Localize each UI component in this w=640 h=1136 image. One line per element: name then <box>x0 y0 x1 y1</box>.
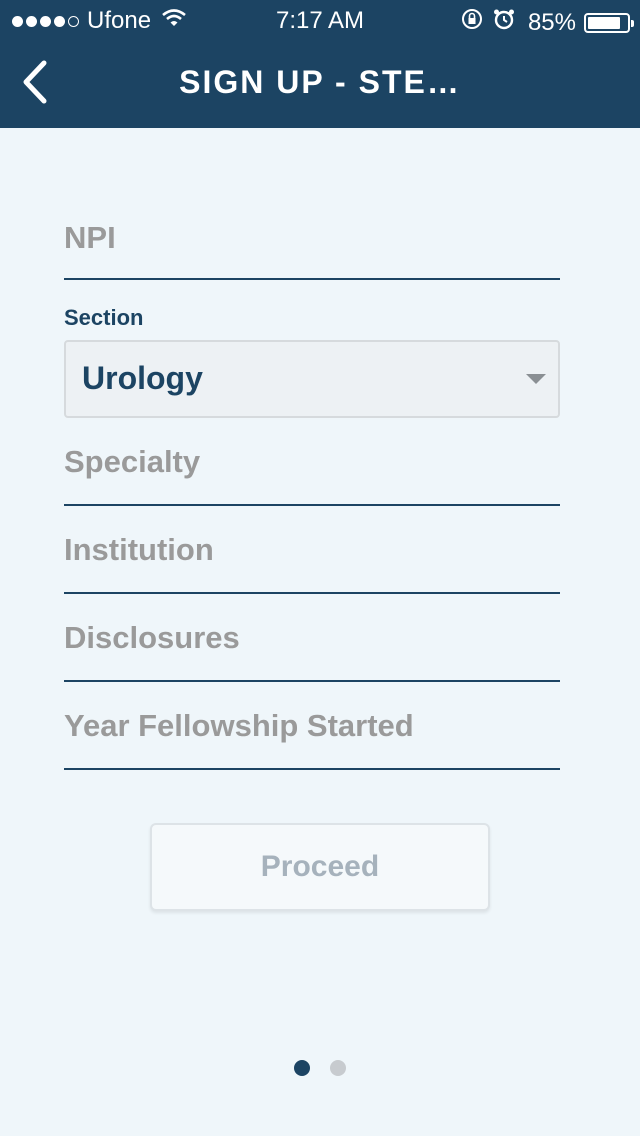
page-dot-2[interactable] <box>330 1060 346 1076</box>
page-title: SIGN UP - STE… <box>179 64 461 100</box>
institution-field[interactable]: Institution <box>64 506 560 594</box>
page-dot-1[interactable] <box>294 1060 310 1076</box>
npi-field[interactable]: NPI <box>64 192 560 280</box>
disclosures-placeholder: Disclosures <box>64 620 240 655</box>
institution-placeholder: Institution <box>64 532 214 567</box>
section-label: Section <box>64 305 144 330</box>
year-fellowship-placeholder: Year Fellowship Started <box>64 708 414 743</box>
alarm-icon <box>492 7 516 38</box>
status-bar: Ufone 7:17 AM 85% <box>0 0 640 40</box>
year-fellowship-field[interactable]: Year Fellowship Started <box>64 682 560 770</box>
npi-placeholder: NPI <box>64 220 116 255</box>
section-value: Urology <box>82 360 203 396</box>
chevron-down-icon <box>526 374 546 384</box>
section-select[interactable]: Urology <box>64 340 560 418</box>
status-right: 85% <box>460 7 634 38</box>
nav-bar: SIGN UP - STE… <box>0 40 640 128</box>
proceed-button[interactable]: Proceed <box>150 823 490 911</box>
battery-icon <box>584 12 634 33</box>
page-indicator <box>0 1060 640 1076</box>
specialty-placeholder: Specialty <box>64 444 201 479</box>
battery-percent: 85% <box>527 8 576 36</box>
specialty-field[interactable]: Specialty <box>64 418 560 506</box>
disclosures-field[interactable]: Disclosures <box>64 594 560 682</box>
rotation-lock-icon <box>460 7 484 38</box>
